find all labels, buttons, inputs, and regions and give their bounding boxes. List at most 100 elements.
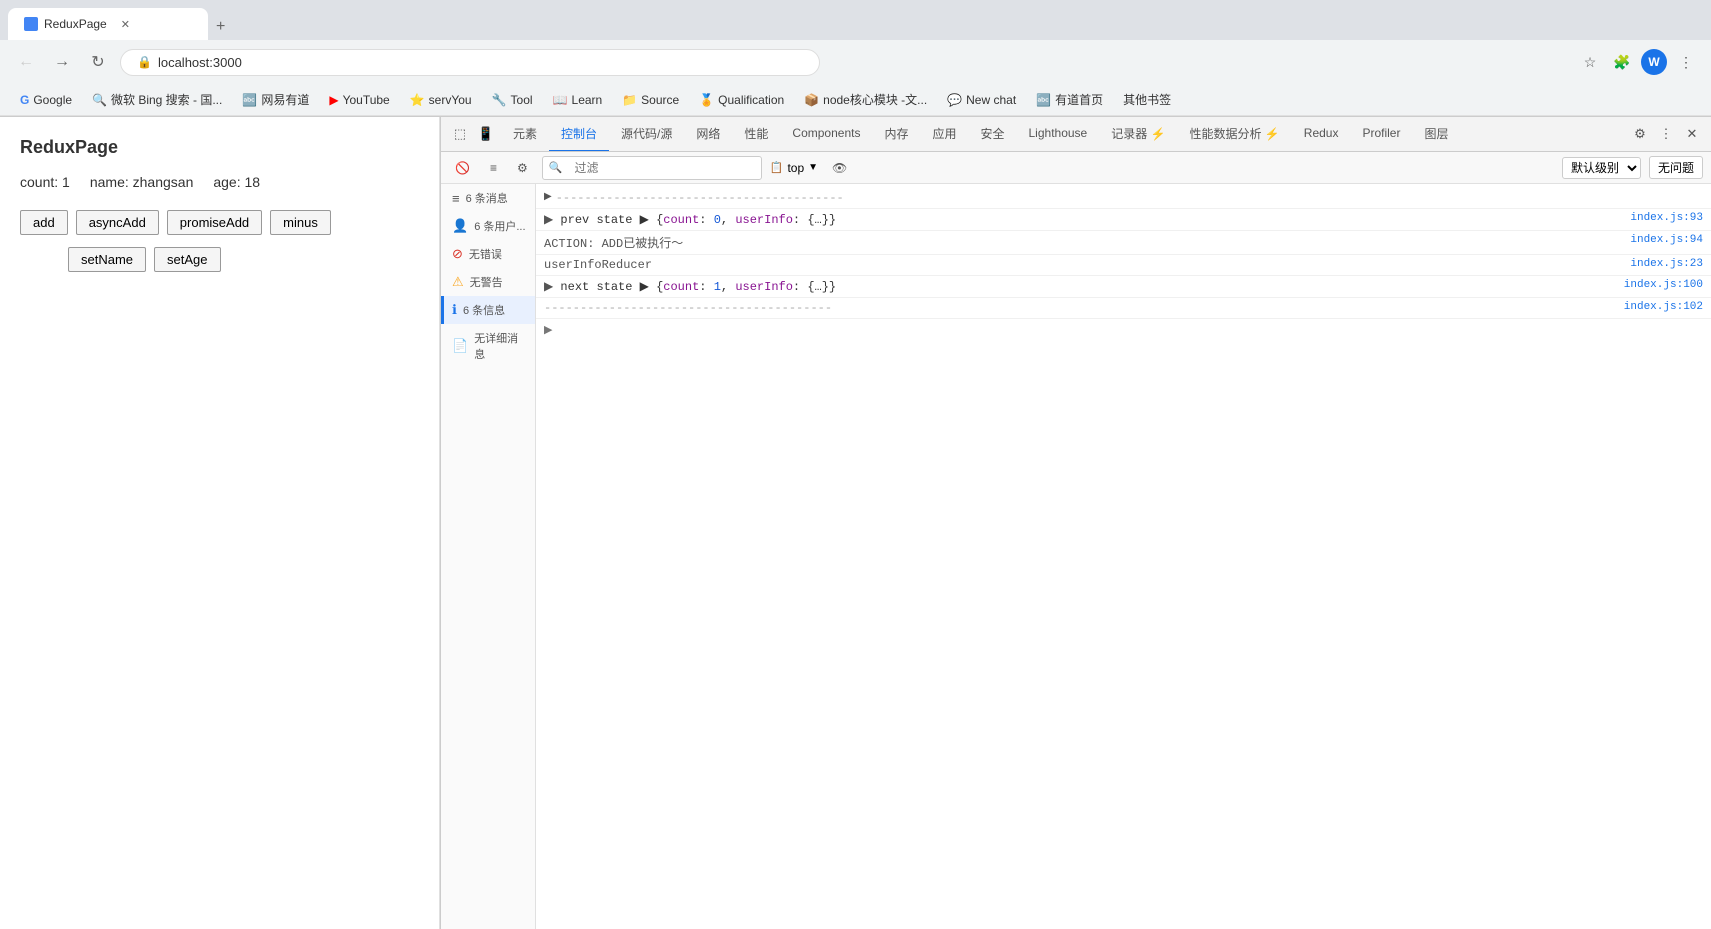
- line-source-next-state[interactable]: index.js:100: [1612, 279, 1703, 291]
- bookmark-tool[interactable]: 🔧 Tool: [484, 91, 541, 109]
- bookmark-qualification[interactable]: 🏅 Qualification: [691, 91, 792, 109]
- collapse-all-button[interactable]: ≡: [484, 159, 503, 177]
- tab-network[interactable]: 网络: [684, 117, 732, 152]
- set-age-button[interactable]: setAge: [154, 247, 220, 272]
- bookmark-youtube[interactable]: ▶ YouTube: [321, 91, 397, 109]
- tab-lighthouse[interactable]: Lighthouse: [1017, 117, 1100, 152]
- filter-icon: 🔍: [549, 161, 563, 174]
- scope-dropdown-icon[interactable]: ▼: [808, 162, 818, 173]
- bookmark-newchat-label: New chat: [966, 93, 1016, 107]
- close-devtools-icon[interactable]: ✕: [1681, 123, 1703, 145]
- bookmark-youtube-label: YouTube: [343, 93, 390, 107]
- bookmark-source-label: Source: [641, 93, 679, 107]
- youtube-icon: ▶: [329, 93, 338, 107]
- tab-console[interactable]: 控制台: [549, 117, 609, 152]
- url-bar[interactable]: 🔒 localhost:3000: [120, 49, 820, 76]
- expand-separator-1[interactable]: ▶: [544, 191, 552, 203]
- no-issues-button[interactable]: 无问题: [1649, 156, 1703, 179]
- scope-selector: 📋 top ▼: [770, 161, 818, 175]
- set-name-button[interactable]: setName: [68, 247, 146, 272]
- browser-extensions-icon[interactable]: 🧩: [1609, 49, 1635, 75]
- eye-button[interactable]: 👁: [826, 159, 853, 177]
- active-tab[interactable]: ReduxPage ✕: [8, 8, 208, 40]
- count-display: count: 1: [20, 174, 70, 190]
- tab-recorder[interactable]: 记录器 ⚡: [1099, 117, 1177, 152]
- settings-icon[interactable]: ⚙: [1629, 123, 1651, 145]
- main-content: ReduxPage count: 1 name: zhangsan age: 1…: [0, 117, 1711, 929]
- cursor-arrow-icon: ▶: [544, 323, 552, 336]
- line-source-separator-2[interactable]: index.js:102: [1612, 301, 1703, 313]
- verbose-label: 无详细消息: [474, 330, 527, 362]
- sidebar-warnings[interactable]: ⚠ 无警告: [441, 268, 535, 296]
- name-display: name: zhangsan: [90, 174, 194, 190]
- line-source-reducer[interactable]: index.js:23: [1618, 258, 1703, 270]
- sidebar-info[interactable]: ℹ 6 条信息: [441, 296, 535, 324]
- console-line-prev-state: ▶ prev state ▶ {count: 0, userInfo: {…}}…: [536, 209, 1711, 231]
- line-content-action: ACTION: ADD已被执行～: [544, 234, 1618, 251]
- sidebar-all-messages[interactable]: ≡ 6 条消息: [441, 184, 535, 212]
- sidebar-verbose[interactable]: 📄 无详细消息: [441, 324, 535, 368]
- more-devtools-icon[interactable]: ⋮: [1655, 123, 1677, 145]
- tab-application[interactable]: 应用: [920, 117, 968, 152]
- bookmark-star-icon[interactable]: ☆: [1577, 49, 1603, 75]
- bookmark-newchat[interactable]: 💬 New chat: [939, 91, 1024, 109]
- tab-components[interactable]: Components: [780, 117, 872, 152]
- new-tab-button[interactable]: +: [208, 14, 233, 40]
- console-line-action: ACTION: ADD已被执行～ index.js:94: [536, 231, 1711, 255]
- sidebar-errors[interactable]: ⊘ 无错误: [441, 240, 535, 268]
- bookmark-youdao-home[interactable]: 🔤 有道首页: [1028, 89, 1111, 110]
- tab-elements[interactable]: 元素: [501, 117, 549, 152]
- filter-input[interactable]: [566, 159, 746, 177]
- clear-console-button[interactable]: 🚫: [449, 159, 476, 177]
- async-add-button[interactable]: asyncAdd: [76, 210, 159, 235]
- back-button[interactable]: ←: [12, 48, 40, 76]
- bookmark-source[interactable]: 📁 Source: [614, 91, 687, 109]
- app-page: ReduxPage count: 1 name: zhangsan age: 1…: [0, 117, 440, 929]
- tab-redux[interactable]: Redux: [1292, 117, 1351, 152]
- add-button[interactable]: add: [20, 210, 68, 235]
- errors-icon: ⊘: [452, 246, 463, 262]
- scope-icon: 📋: [770, 161, 784, 174]
- newchat-icon: 💬: [947, 93, 962, 107]
- youdao-icon: 🔤: [242, 93, 257, 107]
- console-sidebar: ≡ 6 条消息 👤 6 条用户... ⊘ 无错误 ⚠ 无警告 ℹ 6 条信: [441, 184, 536, 929]
- console-toolbar: 🚫 ≡ ⚙ 🔍 📋 top ▼ 👁 默认级别 无问题: [441, 152, 1711, 184]
- bookmark-youdao[interactable]: 🔤 网易有道: [234, 89, 317, 110]
- sidebar-user-messages[interactable]: 👤 6 条用户...: [441, 212, 535, 240]
- bookmark-learn-label: Learn: [572, 93, 603, 107]
- app-buttons-row1: add asyncAdd promiseAdd minus: [20, 210, 419, 235]
- tab-memory[interactable]: 内存: [872, 117, 920, 152]
- line-source-prev-state[interactable]: index.js:93: [1618, 212, 1703, 224]
- forward-button[interactable]: →: [48, 48, 76, 76]
- tab-performance[interactable]: 性能: [732, 117, 780, 152]
- warnings-label: 无警告: [470, 274, 503, 290]
- profile-icon[interactable]: W: [1641, 49, 1667, 75]
- log-level-select[interactable]: 默认级别: [1562, 157, 1641, 179]
- console-settings-icon[interactable]: ⚙: [511, 159, 534, 177]
- bookmark-bing[interactable]: 🔍 微软 Bing 搜索 - 国...: [84, 89, 230, 110]
- tab-close-button[interactable]: ✕: [121, 18, 130, 31]
- tab-profiler[interactable]: Profiler: [1350, 117, 1412, 152]
- line-source-action[interactable]: index.js:94: [1618, 234, 1703, 246]
- info-icon: ℹ: [452, 302, 457, 318]
- bookmark-node[interactable]: 📦 node核心模块 -文...: [796, 89, 935, 110]
- count-label: count:: [20, 174, 58, 190]
- tab-security[interactable]: 安全: [968, 117, 1016, 152]
- minus-button[interactable]: minus: [270, 210, 331, 235]
- bookmark-google[interactable]: G Google: [12, 91, 80, 109]
- tab-perf-insights[interactable]: 性能数据分析 ⚡: [1178, 117, 1292, 152]
- inspect-element-icon[interactable]: ⬚: [449, 123, 471, 145]
- bookmark-qualification-label: Qualification: [718, 93, 784, 107]
- device-toggle-icon[interactable]: 📱: [475, 123, 497, 145]
- bookmark-learn[interactable]: 📖 Learn: [545, 91, 611, 109]
- tab-bar: ReduxPage ✕ +: [0, 0, 1711, 40]
- more-options-icon[interactable]: ⋮: [1673, 49, 1699, 75]
- tab-layers[interactable]: 图层: [1412, 117, 1460, 152]
- bookmark-servyou[interactable]: ⭐ servYou: [402, 91, 480, 109]
- user-messages-icon: 👤: [452, 218, 468, 234]
- tab-sources[interactable]: 源代码/源: [609, 117, 684, 152]
- refresh-button[interactable]: ↻: [84, 48, 112, 76]
- bookmark-other[interactable]: 其他书签: [1115, 89, 1179, 110]
- promise-add-button[interactable]: promiseAdd: [167, 210, 262, 235]
- console-line-separator-1: ▶ --------------------------------------…: [536, 188, 1711, 209]
